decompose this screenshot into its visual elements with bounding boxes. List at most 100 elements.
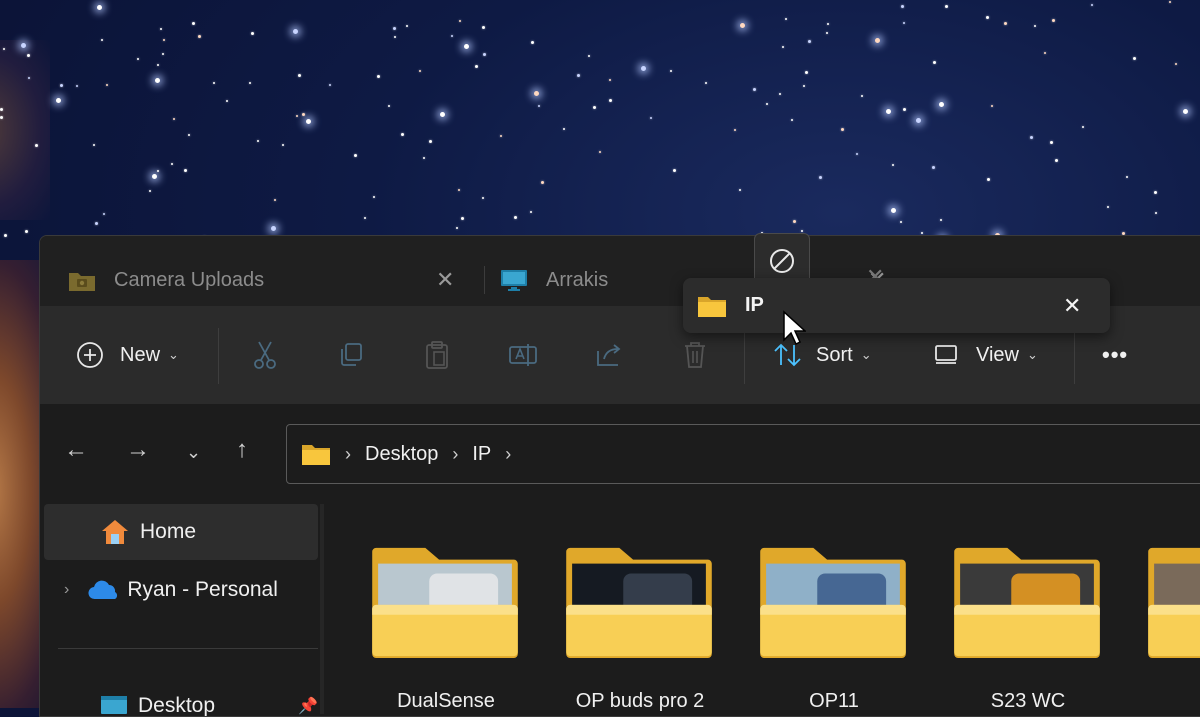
star [1175, 63, 1177, 65]
tab-arrakis[interactable]: Arrakis ✕ [500, 260, 886, 300]
folder-label: DualSense [397, 690, 495, 712]
star [827, 23, 829, 25]
star [137, 58, 139, 60]
star [251, 32, 254, 35]
paste-button[interactable] [420, 338, 454, 372]
star [149, 190, 151, 192]
sidebar-scrollbar[interactable] [320, 504, 324, 714]
star [373, 196, 375, 198]
star [3, 48, 5, 50]
star [257, 140, 259, 142]
folder-label: OP11 [809, 690, 859, 712]
close-icon[interactable]: ✕ [1063, 293, 1081, 319]
copy-button[interactable] [334, 338, 368, 372]
chevron-down-icon: ⌄ [1027, 347, 1038, 362]
star [793, 220, 796, 223]
forward-arrow-icon[interactable]: → [126, 436, 150, 464]
star [1154, 191, 1157, 194]
rename-button[interactable] [506, 338, 540, 372]
recent-locations-chevron-icon[interactable]: ⌄ [186, 442, 201, 463]
breadcrumb-desktop[interactable]: Desktop [365, 443, 438, 466]
star [932, 166, 935, 169]
up-arrow-icon[interactable]: ↑ [236, 436, 248, 464]
scissors-icon [254, 341, 276, 369]
star [192, 22, 195, 25]
address-bar[interactable]: › Desktop › IP › [286, 424, 1200, 484]
star [1055, 159, 1058, 162]
breadcrumb-chevron-icon[interactable]: › [505, 444, 511, 465]
star [514, 216, 517, 219]
star [173, 118, 175, 120]
folder-label: S2 [1132, 690, 1200, 713]
sidebar-item-home[interactable]: Home [44, 504, 318, 560]
star [531, 41, 534, 44]
star [282, 144, 284, 146]
star [916, 118, 921, 123]
breadcrumb-chevron-icon[interactable]: › [452, 444, 458, 465]
tab-separator [484, 266, 485, 294]
star [4, 234, 7, 237]
sidebar-item-label: Desktop [138, 694, 216, 717]
desktop-icon [101, 696, 127, 714]
dragged-tab-label: IP [745, 294, 764, 316]
star [861, 95, 863, 97]
back-arrow-icon[interactable]: ← [64, 436, 88, 464]
star [641, 66, 646, 71]
folder-thumbnail-icon [1148, 547, 1200, 659]
breadcrumb-chevron-icon[interactable]: › [345, 444, 351, 465]
star [60, 84, 63, 87]
star [538, 105, 540, 107]
folder-thumbnail-icon [954, 547, 1100, 659]
expand-chevron-icon[interactable]: › [64, 581, 69, 599]
star [1052, 19, 1055, 22]
star [900, 221, 902, 223]
star [456, 227, 458, 229]
star [588, 55, 590, 57]
star [306, 119, 311, 124]
star [401, 133, 404, 136]
star [451, 35, 453, 37]
star [500, 135, 502, 137]
pin-icon[interactable]: 📌 [298, 696, 318, 716]
star [354, 154, 357, 157]
star [670, 70, 672, 72]
dragged-tab-ip[interactable]: IP ✕ [683, 278, 1110, 333]
star [541, 181, 544, 184]
share-button[interactable] [592, 338, 626, 372]
sort-label: Sort [816, 343, 853, 366]
new-button[interactable]: New ⌄ [76, 306, 179, 404]
star [271, 226, 276, 231]
folder-label: S23 WC [990, 690, 1066, 712]
star [198, 35, 201, 38]
sidebar-item-desktop[interactable]: Desktop 📌 [44, 678, 318, 717]
star [803, 85, 805, 87]
star [1004, 22, 1007, 25]
star [1126, 176, 1128, 178]
star [673, 169, 676, 172]
star [483, 53, 486, 56]
star [841, 128, 844, 131]
toolbar-divider [1074, 328, 1075, 384]
star [101, 39, 103, 41]
star [464, 44, 469, 49]
star [940, 219, 942, 221]
star [1050, 141, 1053, 144]
star [302, 113, 305, 116]
star [991, 105, 993, 107]
breadcrumb-ip[interactable]: IP [472, 443, 491, 466]
star [76, 85, 78, 87]
star [482, 197, 484, 199]
nebula-cloud [0, 40, 50, 220]
cut-button[interactable] [248, 338, 282, 372]
sidebar-item-ryan-personal[interactable]: › Ryan - Personal [44, 562, 318, 618]
star [93, 144, 95, 146]
delete-button[interactable] [678, 338, 712, 372]
star [886, 109, 891, 114]
toolbar-divider [218, 328, 219, 384]
star [440, 112, 445, 117]
tab-label: Camera Uploads [114, 268, 265, 291]
tab-camera-uploads[interactable]: Camera Uploads ✕ [68, 260, 454, 300]
star [805, 71, 808, 74]
close-icon[interactable]: ✕ [436, 267, 454, 293]
toolbar-divider [744, 328, 745, 384]
